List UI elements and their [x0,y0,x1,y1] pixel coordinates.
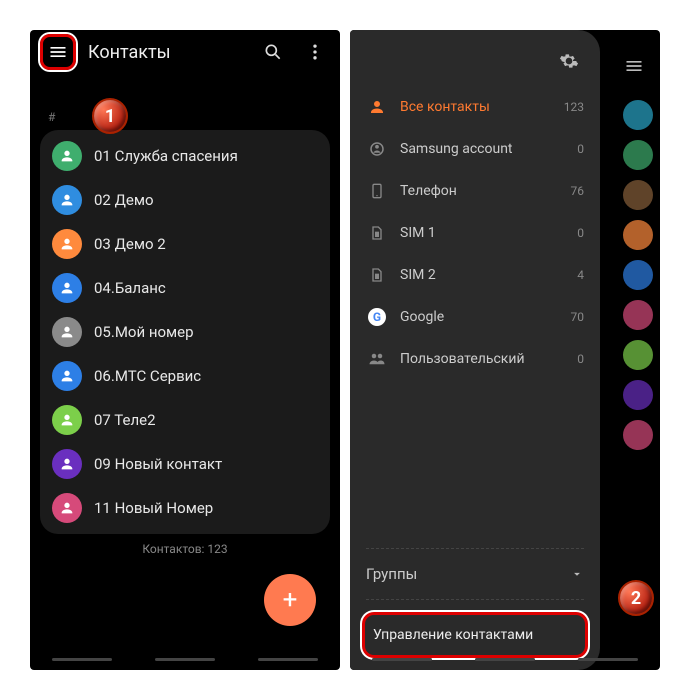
peek-avatar [623,180,653,210]
contact-row[interactable]: 01 Служба спасения [40,134,330,178]
callout-badge-1: 1 [92,98,128,134]
chevron-down-icon [570,567,584,581]
account-count: 4 [577,268,584,282]
android-nav-bar [350,648,660,670]
android-nav-bar [30,648,340,670]
hamburger-menu-button[interactable] [40,34,76,70]
account-count: 0 [577,226,584,240]
peek-avatar [623,300,653,330]
peek-avatar [623,220,653,250]
account-count: 76 [571,184,585,198]
account-row[interactable]: Все контакты 123 [350,86,600,128]
phone-left: Контакты # 01 Служба спасения 02 Демо 03 Д… [30,30,340,670]
separator [366,548,584,549]
hamburger-icon [48,42,68,62]
plus-icon: + [283,585,298,615]
contact-row[interactable]: 05.Мой номер [40,310,330,354]
contact-row[interactable]: 07 Теле2 [40,398,330,442]
contact-row[interactable]: 06.МТС Сервис [40,354,330,398]
sim-icon [366,264,388,286]
account-label: Телефон [400,183,559,199]
peek-avatar [623,260,653,290]
avatar [52,273,82,303]
page-title: Контакты [88,42,246,63]
manage-contacts-label: Управление контактами [373,627,533,643]
avatar [52,449,82,479]
contact-name: 03 Демо 2 [94,235,166,253]
account-label: Все контакты [400,99,552,115]
contact-list: 01 Служба спасения 02 Демо 03 Демо 2 04.Бал… [40,130,330,534]
nav-drawer: Все контакты 123 Samsung account 0 Телефон 76… [350,30,600,670]
samsung-icon [366,138,388,160]
account-label: Пользовательский [400,351,565,367]
account-label: Google [400,309,559,325]
account-label: SIM 1 [400,225,565,241]
account-row[interactable]: SIM 2 4 [350,254,600,296]
contact-name: 04.Баланс [94,279,166,297]
peek-avatar [623,140,653,170]
sim-icon [366,222,388,244]
avatar [52,493,82,523]
groups-label: Группы [366,565,570,583]
contact-row[interactable]: 02 Демо [40,178,330,222]
group-icon [366,348,388,370]
contact-row[interactable]: 03 Демо 2 [40,222,330,266]
contact-name: 01 Служба спасения [94,147,238,165]
peek-avatar [623,380,653,410]
contact-name: 02 Демо [94,191,154,209]
account-row[interactable]: SIM 1 0 [350,212,600,254]
settings-button[interactable] [554,46,584,76]
phone-icon [366,180,388,202]
account-label: SIM 2 [400,267,565,283]
contact-name: 11 Новый Номер [94,499,213,517]
contact-row[interactable]: 11 Новый Номер [40,486,330,530]
groups-row[interactable]: Группы [350,553,600,595]
gear-icon [559,51,579,71]
avatar [52,317,82,347]
peek-avatar [623,100,653,130]
callout-badge-2: 2 [618,580,654,616]
overflow-button[interactable] [300,37,330,67]
avatar [52,141,82,171]
contact-row[interactable]: 04.Баланс [40,266,330,310]
account-list: Все контакты 123 Samsung account 0 Телефон 76… [350,86,600,544]
topbar: Контакты [30,30,340,74]
contact-total: Контактов: 123 [30,542,340,556]
account-count: 70 [571,310,585,324]
contact-name: 05.Мой номер [94,323,194,341]
account-row[interactable]: Пользовательский 0 [350,338,600,380]
peek-avatar [623,340,653,370]
avatar [52,185,82,215]
avatar [52,361,82,391]
hamburger-icon [624,56,652,80]
phone-right: Все контакты 123 Samsung account 0 Телефон 76… [350,30,660,670]
person-icon [366,96,388,118]
search-icon [263,42,283,62]
account-label: Samsung account [400,141,565,157]
contact-row[interactable]: 09 Новый контакт [40,442,330,486]
section-index: # [30,104,340,130]
background-peek [616,48,660,648]
separator [366,599,584,600]
account-row[interactable]: Samsung account 0 [350,128,600,170]
account-count: 0 [577,352,584,366]
account-row[interactable]: Телефон 76 [350,170,600,212]
search-button[interactable] [258,37,288,67]
peek-avatar [623,420,653,450]
account-count: 123 [564,100,584,114]
google-icon: G [366,306,388,328]
contact-name: 07 Теле2 [94,411,156,429]
add-contact-fab[interactable]: + [264,574,316,626]
contact-name: 06.МТС Сервис [94,367,201,385]
contact-name: 09 Новый контакт [94,455,222,473]
avatar [52,405,82,435]
more-vert-icon [305,42,325,62]
account-count: 0 [577,142,584,156]
account-row[interactable]: G Google 70 [350,296,600,338]
avatar [52,229,82,259]
